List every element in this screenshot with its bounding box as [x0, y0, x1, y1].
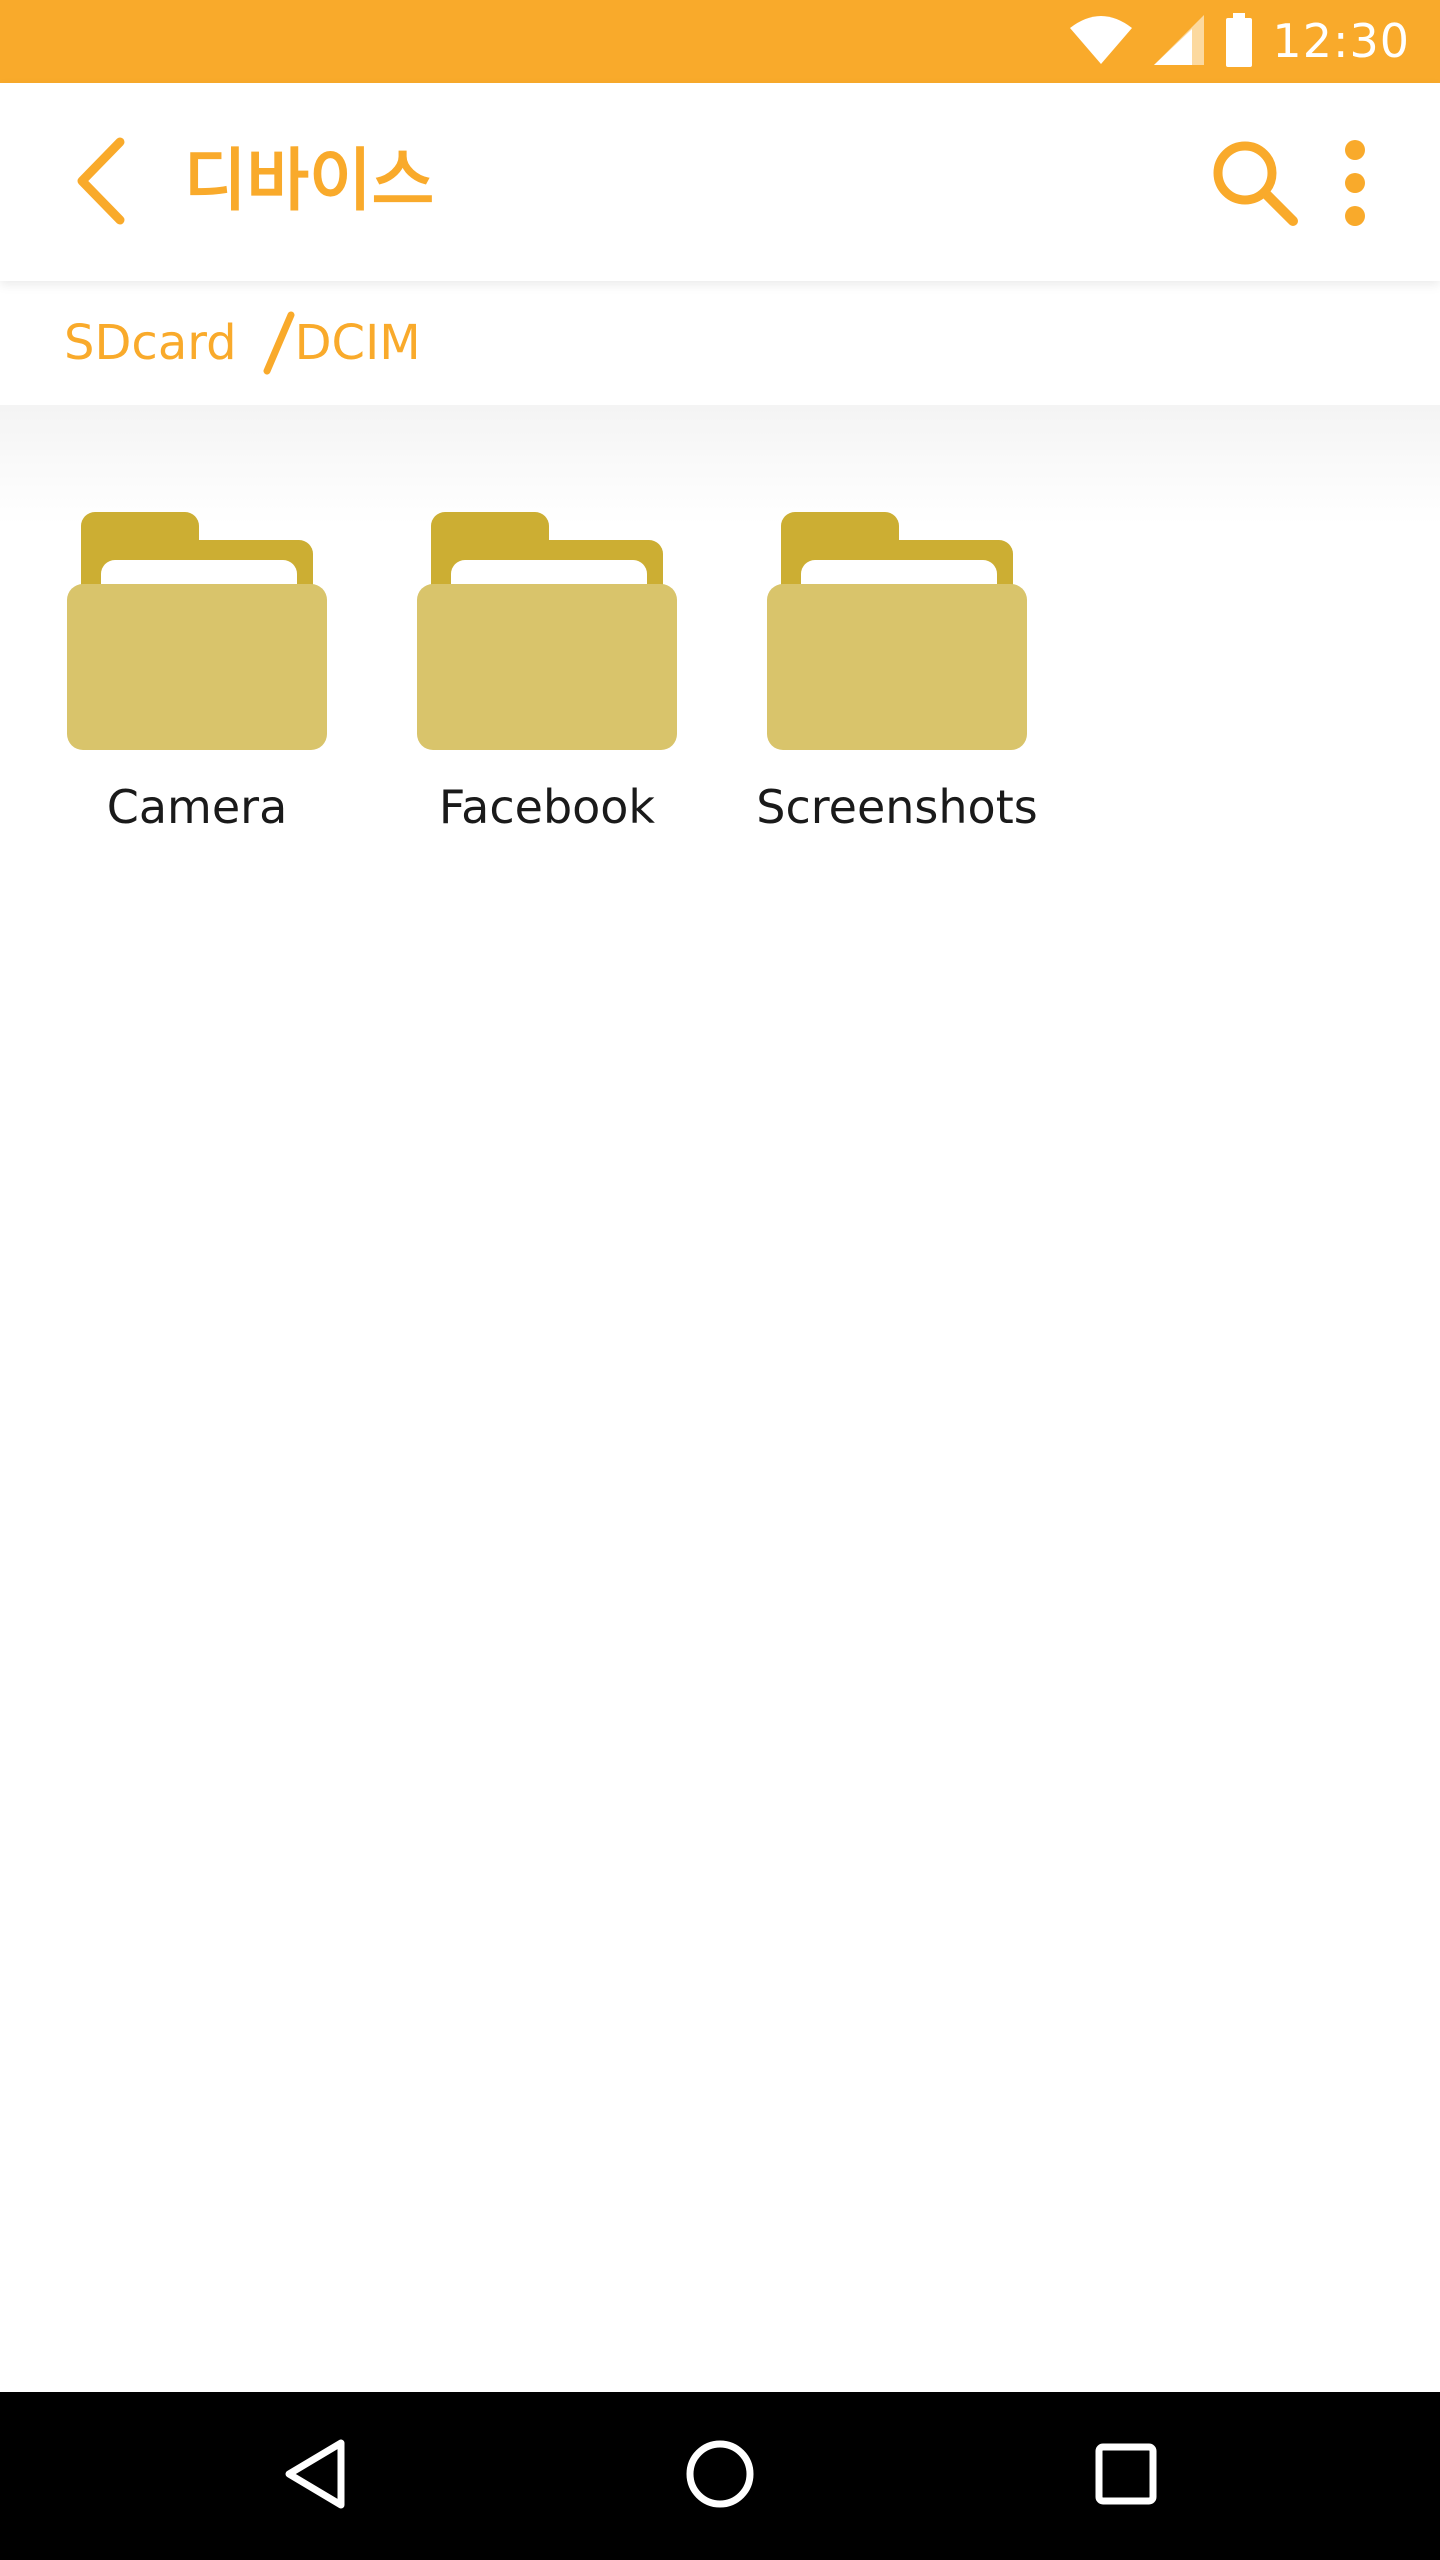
page-title: 디바이스: [184, 142, 435, 221]
status-time: 12:30: [1272, 14, 1410, 68]
folder-icon: [67, 512, 327, 750]
folder-label: Facebook: [438, 780, 656, 834]
breadcrumb-separator-icon: [257, 311, 295, 375]
breadcrumb-item-dcim[interactable]: DCIM: [295, 315, 421, 371]
status-icons: 12:30: [1068, 0, 1410, 83]
folder-item-camera[interactable]: Camera: [47, 510, 347, 850]
folder-label: Screenshots: [756, 780, 1038, 834]
back-triangle-icon: [281, 2437, 351, 2515]
breadcrumb: SDcard DCIM: [0, 281, 1440, 405]
nav-home-button[interactable]: [660, 2416, 780, 2536]
folder-item-facebook[interactable]: Facebook: [397, 510, 697, 850]
breadcrumb-item-sdcard[interactable]: SDcard: [64, 315, 237, 371]
folder-item-screenshots[interactable]: Screenshots: [747, 510, 1047, 850]
cell-signal-icon: [1152, 13, 1206, 71]
wifi-icon: [1068, 14, 1134, 70]
status-bar: 12:30: [0, 0, 1440, 83]
navigation-bar: [0, 2392, 1440, 2560]
battery-icon: [1224, 12, 1254, 71]
folder-label: Camera: [106, 780, 288, 834]
nav-recents-button[interactable]: [1066, 2416, 1186, 2536]
back-button[interactable]: [50, 133, 150, 233]
more-vert-icon: [1340, 138, 1370, 232]
search-icon: [1209, 137, 1301, 233]
search-button[interactable]: [1200, 130, 1310, 240]
more-options-button[interactable]: [1320, 130, 1390, 240]
recents-square-icon: [1094, 2442, 1158, 2510]
folder-icon: [767, 512, 1027, 750]
home-circle-icon: [684, 2438, 756, 2514]
nav-back-button[interactable]: [256, 2416, 376, 2536]
breadcrumb-shadow: [0, 405, 1440, 525]
screen: 12:30 디바이스 SDcard DCIM Camera Facebook S…: [0, 0, 1440, 2560]
folder-icon: [417, 512, 677, 750]
chevron-left-icon: [70, 136, 130, 230]
